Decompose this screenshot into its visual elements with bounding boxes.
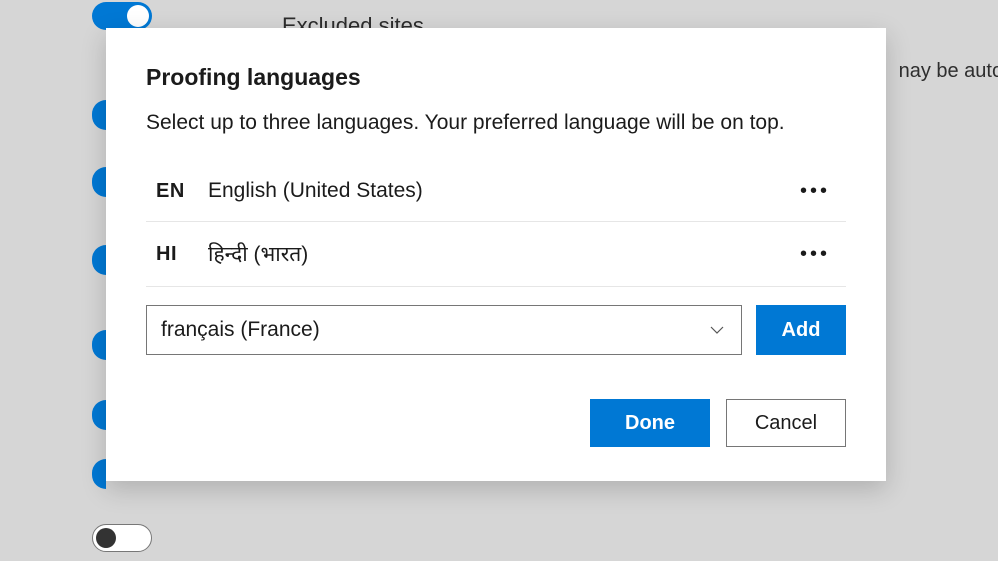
dropdown-selected-text: français (France) xyxy=(161,318,707,342)
toggle-switch[interactable] xyxy=(92,2,152,30)
proofing-languages-dialog: Proofing languages Select up to three la… xyxy=(106,28,886,481)
toggle-sliver xyxy=(92,167,106,197)
language-name: English (United States) xyxy=(208,179,790,203)
toggle-sliver xyxy=(92,245,106,275)
background-text-fragment: nay be autc xyxy=(899,60,998,83)
dialog-footer: Done Cancel xyxy=(146,399,846,447)
dialog-title: Proofing languages xyxy=(146,64,846,91)
more-options-button[interactable]: ••• xyxy=(790,179,840,203)
toggle-sliver xyxy=(92,459,106,489)
add-button[interactable]: Add xyxy=(756,305,846,355)
language-row: HI हिन्दी (भारत) ••• xyxy=(146,222,846,287)
toggle-switch-off[interactable] xyxy=(92,524,152,552)
language-code: EN xyxy=(156,180,208,203)
done-button[interactable]: Done xyxy=(590,399,710,447)
language-name: हिन्दी (भारत) xyxy=(208,240,790,268)
language-row: EN English (United States) ••• xyxy=(146,161,846,222)
language-code: HI xyxy=(156,243,208,266)
add-language-row: français (France) Add xyxy=(146,305,846,355)
toggle-sliver xyxy=(92,100,106,130)
dialog-subtitle: Select up to three languages. Your prefe… xyxy=(146,111,846,135)
cancel-button[interactable]: Cancel xyxy=(726,399,846,447)
toggle-sliver xyxy=(92,330,106,360)
toggle-sliver xyxy=(92,400,106,430)
chevron-down-icon xyxy=(707,320,727,340)
language-list: EN English (United States) ••• HI हिन्दी… xyxy=(146,161,846,287)
more-options-button[interactable]: ••• xyxy=(790,242,840,266)
language-dropdown[interactable]: français (France) xyxy=(146,305,742,355)
